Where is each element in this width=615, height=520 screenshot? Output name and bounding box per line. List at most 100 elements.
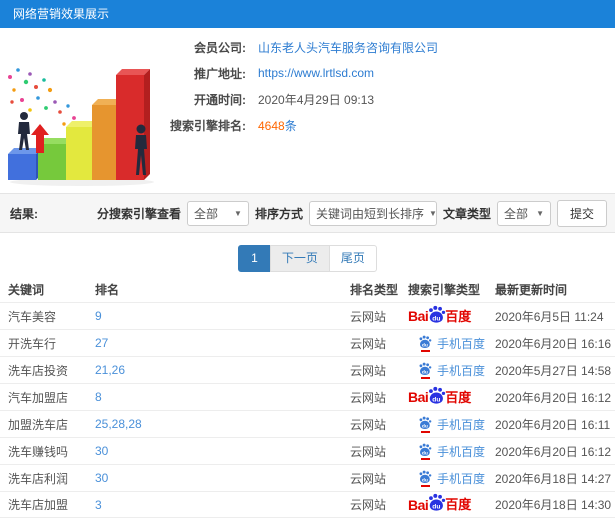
rank-link[interactable]: 27: [95, 336, 350, 350]
rank-type-cell: 云网站: [350, 363, 387, 378]
engine-cell: du 手机百度: [408, 470, 495, 487]
engine-view-label: 分搜索引擎查看: [96, 206, 181, 221]
table-row: 洗车店加盟 3 云网站 Bai du 百度 2020年6月18日 14:30: [0, 491, 615, 518]
table-body: 汽车美容 9 云网站 Bai du 百度 2020年6月5日 11:24 开洗车行 27 云网站 d…: [0, 302, 615, 518]
table-row: 加盟洗车店 25,28,28 云网站 du 手机百度 2020年6月20日 16:11: [0, 410, 615, 437]
engine-view-selected: 全部: [193, 206, 218, 221]
baidu-paw-icon: du: [429, 305, 446, 323]
keyword-cell: 加盟洗车店: [8, 417, 69, 432]
member-info-section: 会员公司: 山东老人头汽车服务咨询有限公司 推广地址: https://www.…: [138, 34, 438, 138]
svg-text:du: du: [422, 477, 428, 483]
rank-type-cell: 云网站: [350, 390, 387, 405]
baidu-logo-text: Bai: [408, 389, 429, 405]
submit-button[interactable]: 提交: [556, 199, 607, 227]
info-row: 搜索引擎排名: 4648条: [138, 112, 438, 138]
engine-cell: Bai du 百度: [408, 386, 495, 407]
header-update-time: 最新更新时间: [495, 283, 568, 297]
baidu-paw-icon: du: [419, 416, 432, 429]
baidu-mobile-logo: du 手机百度: [418, 362, 485, 379]
baidu-mobile-label: 手机百度: [437, 363, 486, 378]
page: 网络营销效果展示 会员公司: 山东老人头汽车服务咨询有限公司 推广地址: htt…: [0, 0, 615, 520]
keyword-cell: 洗车店加盟: [8, 498, 69, 512]
svg-text:du: du: [422, 342, 428, 348]
engine-cell: du 手机百度: [408, 416, 495, 433]
member-company-link[interactable]: 山东老人头汽车服务咨询有限公司: [258, 39, 438, 56]
table-row: 汽车美容 9 云网站 Bai du 百度 2020年6月5日 11:24: [0, 302, 615, 329]
engine-cell: du 手机百度: [408, 362, 495, 379]
keyword-cell: 汽车加盟店: [8, 390, 69, 405]
engine-view-select[interactable]: 全部 ▼: [186, 200, 249, 226]
result-label: 结果:: [10, 206, 38, 221]
last-page-button[interactable]: 尾页: [328, 245, 377, 272]
baidu-paw-icon: du: [419, 470, 432, 483]
rank-link[interactable]: 25,28,28: [95, 417, 350, 431]
update-time-cell: 2020年6月20日 16:16: [495, 336, 612, 351]
svg-text:du: du: [422, 369, 428, 375]
update-time-cell: 2020年6月18日 14:30: [495, 498, 612, 512]
baidu-logo-cn: 百度: [445, 497, 472, 512]
svg-text:du: du: [433, 315, 441, 322]
baidu-mobile-icon: du: [418, 443, 432, 460]
baidu-logo-text: Bai: [408, 496, 429, 513]
keyword-cell: 洗车赚钱吗: [8, 444, 69, 459]
rank-count: 4648: [258, 118, 285, 133]
baidu-mobile-icon: du: [418, 470, 432, 487]
rank-type-cell: 云网站: [350, 444, 387, 459]
baidu-paw-icon: du: [419, 443, 432, 456]
baidu-mobile-logo: du 手机百度: [418, 470, 485, 487]
header-engine-type: 搜索引擎类型: [408, 283, 481, 297]
promo-url-label: 推广地址:: [194, 66, 246, 81]
businessman-left: [18, 112, 30, 150]
next-page-button[interactable]: 下一页: [269, 245, 330, 272]
sort-mode-label: 排序方式: [254, 206, 303, 221]
baidu-mobile-icon: du: [418, 362, 432, 379]
baidu-paw-icon: du: [429, 493, 446, 511]
baidu-mobile-icon: du: [418, 416, 432, 433]
baidu-pc-logo: Bai du 百度: [408, 305, 471, 326]
open-time-value: 2020年4月29日 09:13: [258, 92, 375, 107]
baidu-paw-icon: du: [419, 362, 432, 375]
baidu-mobile-label: 手机百度: [437, 444, 486, 459]
baidu-logo-text: Bai: [408, 308, 429, 324]
rank-link[interactable]: 3: [95, 498, 350, 512]
table-row: 开洗车行 27 云网站 du 手机百度 2020年6月20日 16:16: [0, 329, 615, 356]
filter-controls: 分搜索引擎查看 全部 ▼ 排序方式 关键词由短到长排序 ▼ 文章类型 全部 ▼ …: [96, 199, 615, 227]
page-1-button[interactable]: 1: [238, 245, 271, 272]
update-time-cell: 2020年6月20日 16:11: [495, 417, 611, 432]
rank-link[interactable]: 9: [95, 309, 350, 323]
baidu-logo-cn: 百度: [445, 389, 472, 405]
rank-link[interactable]: 30: [95, 444, 350, 458]
svg-text:du: du: [422, 423, 428, 429]
baidu-mobile-logo: du 手机百度: [418, 443, 485, 460]
rank-type-cell: 云网站: [350, 309, 387, 324]
chevron-down-icon: ▼: [428, 208, 437, 218]
baidu-pc-logo: Bai du 百度: [408, 386, 472, 407]
promo-url-link[interactable]: https://www.lrtlsd.com: [258, 66, 374, 80]
filter-bar: 结果: 分搜索引擎查看 全部 ▼ 排序方式 关键词由短到长排序 ▼ 文章类型 全…: [0, 193, 615, 233]
engine-cell: Bai du 百度: [408, 493, 495, 514]
engine-cell: du 手机百度: [408, 443, 495, 460]
rank-link[interactable]: 8: [95, 390, 350, 404]
baidu-pc-logo: Bai du 百度: [408, 493, 472, 514]
rank-link[interactable]: 21,26: [95, 363, 350, 377]
update-time-cell: 2020年6月18日 14:27: [495, 471, 612, 486]
header-rank: 排名: [95, 283, 120, 297]
article-type-select[interactable]: 全部 ▼: [496, 200, 551, 226]
info-row: 开通时间: 2020年4月29日 09:13: [138, 86, 438, 112]
header-keyword: 关键词: [8, 283, 45, 297]
rank-type-cell: 云网站: [350, 417, 387, 432]
sort-mode-selected: 关键词由短到长排序: [315, 206, 424, 221]
article-type-label: 文章类型: [442, 206, 491, 221]
update-time-cell: 2020年6月5日 11:24: [495, 309, 604, 324]
member-company-label: 会员公司:: [194, 40, 246, 55]
baidu-mobile-logo: du 手机百度: [418, 335, 485, 352]
svg-text:du: du: [433, 396, 441, 403]
table-row: 洗车店利润 30 云网站 du 手机百度 2020年6月18日 14:27: [0, 464, 615, 491]
sort-mode-select[interactable]: 关键词由短到长排序 ▼: [308, 200, 437, 226]
update-time-cell: 2020年6月20日 16:12: [495, 444, 612, 459]
rank-link[interactable]: 30: [95, 471, 350, 485]
engine-rank-value: 4648条: [258, 117, 297, 134]
engine-rank-label: 搜索引擎排名:: [170, 118, 246, 133]
baidu-mobile-logo: du 手机百度: [418, 416, 485, 433]
info-row: 会员公司: 山东老人头汽车服务咨询有限公司: [138, 34, 438, 60]
